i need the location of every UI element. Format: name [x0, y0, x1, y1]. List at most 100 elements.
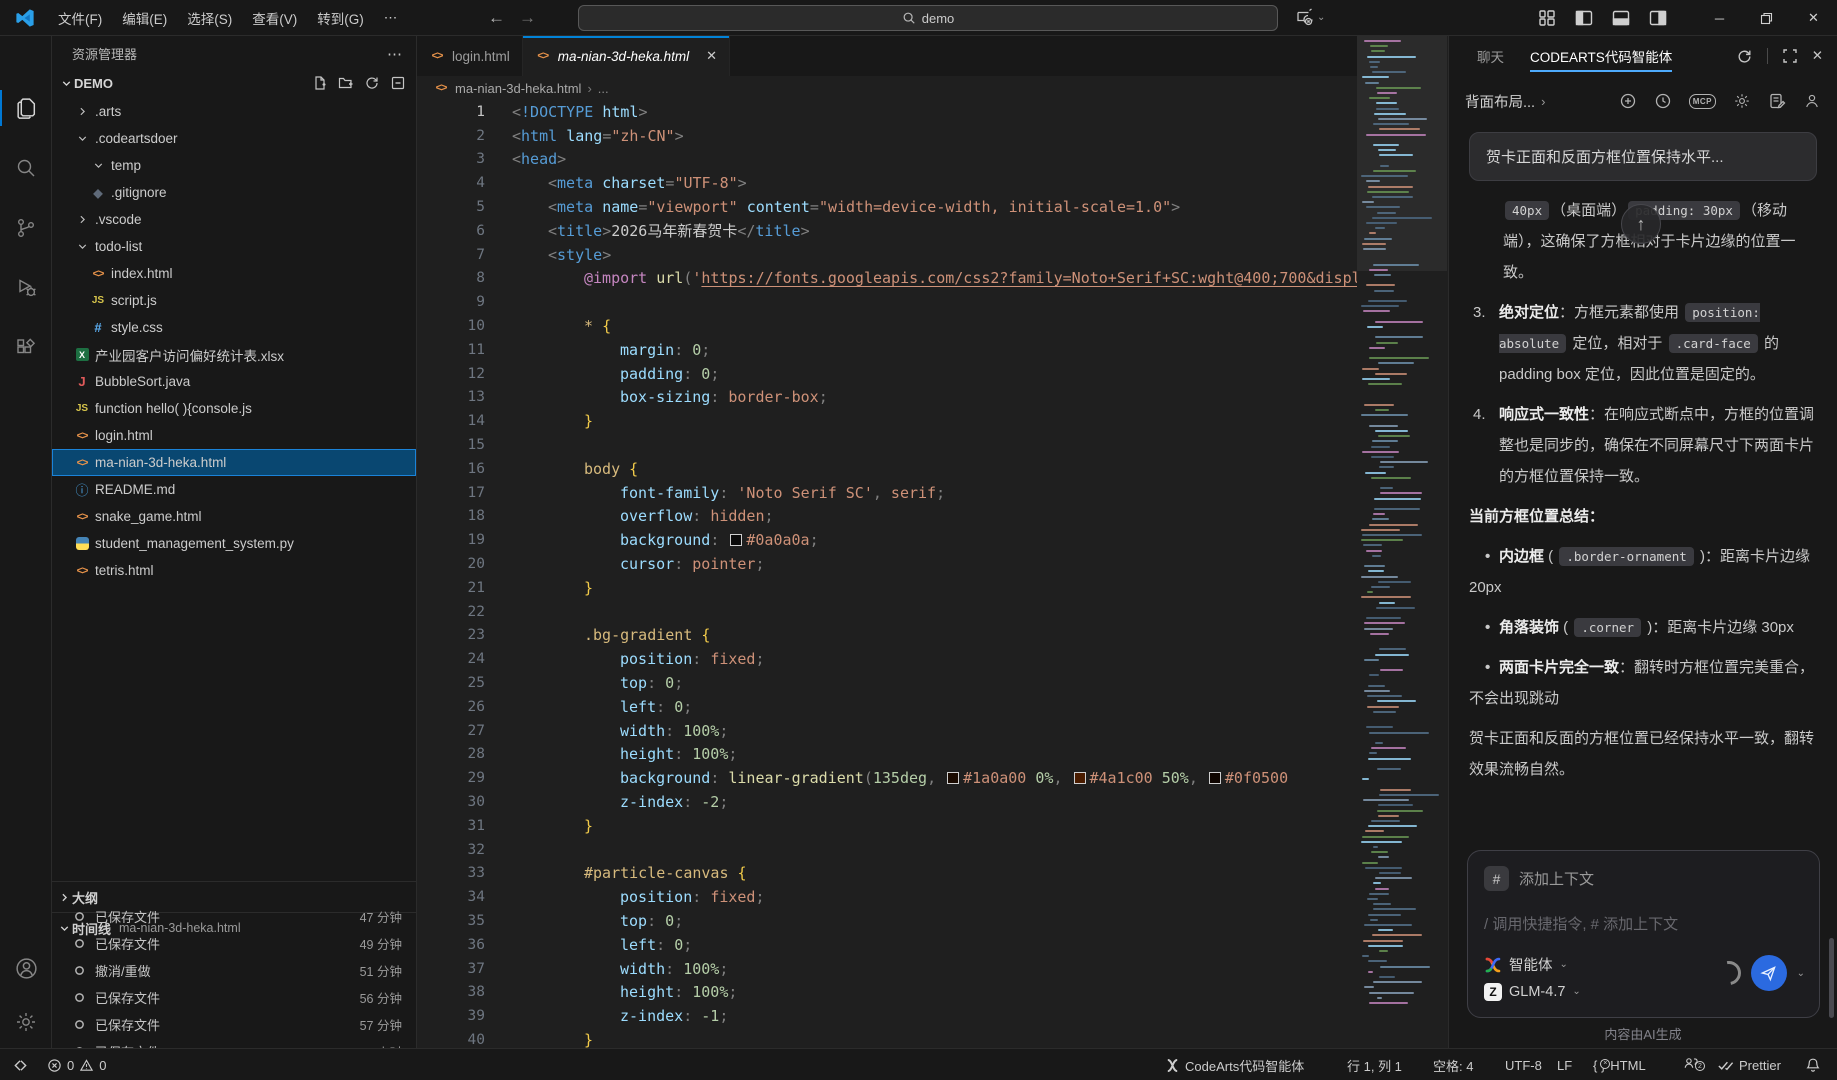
prettier-status[interactable]: Prettier [1712, 1049, 1786, 1080]
menu-item[interactable]: 编辑(E) [112, 4, 177, 32]
editor-code[interactable]: 1<!DOCTYPE html>2<html lang="zh-CN">3<he… [417, 100, 1357, 1048]
scroll-to-top-button[interactable]: ↑ [1621, 204, 1661, 244]
tree-folder-row[interactable]: .vscode [52, 206, 416, 233]
tab-ma-nian-3d-heka-html[interactable]: <> ma-nian-3d-heka.html ✕ [523, 36, 730, 76]
chat-input-box[interactable]: # 添加上下文 / 调用快捷指令, # 添加上下文 智能体 ⌄ Z [1467, 850, 1820, 1018]
send-options-chevron-icon[interactable]: ⌄ [1797, 968, 1805, 979]
tree-folder-row[interactable]: temp [52, 152, 416, 179]
indentation-status[interactable]: 空格: 4 [1428, 1049, 1478, 1080]
tree-item-label: 产业园客户访问偏好统计表.xlsx [95, 345, 284, 365]
menu-item[interactable]: 查看(V) [242, 4, 307, 32]
tree-folder-row[interactable]: todo-list [52, 233, 416, 260]
problems-status[interactable]: 0 0 [42, 1049, 111, 1080]
tree-file-row[interactable]: student_management_system.py [52, 530, 416, 557]
close-tab-icon[interactable]: ✕ [706, 48, 717, 64]
tab-codearts-agent[interactable]: CODEARTS代码智能体 [1530, 36, 1672, 76]
encoding-status[interactable]: UTF-8 [1500, 1049, 1547, 1080]
tree-file-row[interactable]: <>index.html [52, 260, 416, 287]
cursor-position[interactable]: 行 1, 列 1 [1342, 1049, 1407, 1080]
tree-file-row[interactable]: <>ma-nian-3d-heka.html [52, 449, 416, 476]
minimap[interactable] [1357, 36, 1447, 1048]
new-file-icon[interactable] [312, 75, 328, 91]
toggle-right-sidebar-icon[interactable] [1648, 8, 1668, 28]
tree-file-row[interactable]: <>tetris.html [52, 557, 416, 584]
nav-back-button[interactable]: ← [488, 8, 505, 28]
close-panel-icon[interactable]: ✕ [1812, 48, 1823, 64]
customize-layout-icon[interactable] [1537, 8, 1557, 28]
tree-file-row[interactable]: <>login.html [52, 422, 416, 449]
history-icon[interactable] [1654, 92, 1672, 110]
timeline-item[interactable]: 撤消/重做51 分钟 [52, 957, 416, 984]
remote-indicator[interactable] [8, 1049, 33, 1080]
new-folder-icon[interactable] [338, 75, 354, 91]
inline-code-chip: .border-ornament [1559, 547, 1693, 566]
activity-extensions-button[interactable] [0, 324, 52, 372]
tree-folder-row[interactable]: .codeartsdoer [52, 125, 416, 152]
explorer-more-actions-icon[interactable]: ⋯ [387, 45, 402, 63]
rules-note-icon[interactable] [1768, 92, 1786, 110]
window-minimize-button[interactable]: ─ [1696, 0, 1743, 36]
person-icon[interactable] [1803, 92, 1821, 110]
maximize-panel-icon[interactable] [1782, 48, 1798, 64]
tree-item-label: BubbleSort.java [95, 374, 190, 389]
tree-file-row[interactable]: JSfunction hello( ){console.js [52, 395, 416, 422]
tree-folder-row[interactable]: .arts [52, 98, 416, 125]
title-bar: 文件(F)编辑(E)选择(S)查看(V)转到(G)⋯ ← → demo ⌄ [0, 0, 1837, 36]
window-close-button[interactable]: ✕ [1790, 0, 1837, 36]
collaborators-status[interactable]: 2 [1678, 1049, 1705, 1080]
add-context-button[interactable]: # [1484, 866, 1509, 891]
timeline-item[interactable]: 已保存文件47 分钟 [52, 903, 416, 930]
toggle-bottom-panel-icon[interactable] [1611, 8, 1631, 28]
timeline-item[interactable]: 已保存文件49 分钟 [52, 930, 416, 957]
eol-status[interactable]: LF [1552, 1049, 1577, 1080]
activity-settings-button[interactable] [0, 998, 52, 1046]
timeline-item[interactable]: 已保存文件56 分钟 [52, 984, 416, 1011]
chat-scrollbar[interactable] [1829, 938, 1834, 1018]
session-title[interactable]: 背面布局...› [1465, 91, 1545, 112]
tab-chat[interactable]: 聊天 [1477, 36, 1504, 76]
tree-file-row[interactable]: <>snake_game.html [52, 503, 416, 530]
breadcrumb[interactable]: <> ma-nian-3d-heka.html › ... [417, 76, 1447, 100]
gear-icon [14, 1010, 38, 1034]
tree-file-row[interactable]: X产业园客户访问偏好统计表.xlsx [52, 341, 416, 368]
explorer-root-row[interactable]: DEMO [52, 71, 416, 95]
status-bar: 0 0 CodeArts代码智能体 行 1, 列 1 空格: 4 UTF-8 L… [0, 1048, 1837, 1080]
language-mode-status[interactable]: { }× HTML [1588, 1049, 1651, 1080]
menu-item[interactable]: 转到(G) [307, 4, 374, 32]
nav-forward-button[interactable]: → [519, 8, 536, 28]
tree-file-row[interactable]: ◆.gitignore [52, 179, 416, 206]
code-line: 23.bg-gradient { [417, 624, 1357, 648]
tree-file-row[interactable]: JBubbleSort.java [52, 368, 416, 395]
activity-search-button[interactable] [0, 144, 52, 192]
activity-account-button[interactable] [0, 944, 52, 992]
collapse-all-icon[interactable] [390, 75, 406, 91]
refresh-icon[interactable] [364, 75, 380, 91]
new-chat-icon[interactable] [1619, 92, 1637, 110]
menu-item[interactable]: 文件(F) [48, 4, 112, 32]
toggle-left-sidebar-icon[interactable] [1574, 8, 1594, 28]
refresh-icon[interactable] [1736, 48, 1753, 65]
command-center-search[interactable]: demo [578, 5, 1278, 31]
chat-input-placeholder[interactable]: / 调用快捷指令, # 添加上下文 [1484, 913, 1803, 934]
tree-file-row[interactable]: JSscript.js [52, 287, 416, 314]
activity-source-control-button[interactable] [0, 204, 52, 252]
timeline-item[interactable]: 已保存文件57 分钟 [52, 1011, 416, 1038]
tree-file-row[interactable]: #style.css [52, 314, 416, 341]
menu-item[interactable]: ⋯ [374, 6, 408, 30]
mcp-icon[interactable]: MCP [1689, 94, 1716, 109]
send-button[interactable] [1751, 955, 1787, 991]
activity-run-debug-button[interactable] [0, 264, 52, 312]
activity-explorer-button[interactable] [0, 84, 52, 132]
code-line: 40} [417, 1028, 1357, 1048]
tab-login-html[interactable]: <> login.html [417, 36, 523, 76]
sync-status-button[interactable]: ⌄ [1295, 7, 1325, 27]
search-icon [14, 156, 38, 180]
notifications-bell[interactable] [1800, 1049, 1826, 1080]
window-restore-button[interactable] [1743, 0, 1790, 36]
tree-file-row[interactable]: ⓘREADME.md [52, 476, 416, 503]
gear-icon[interactable] [1733, 92, 1751, 110]
agent-selector[interactable]: 智能体 ⌄ [1484, 951, 1581, 978]
menu-item[interactable]: 选择(S) [177, 4, 242, 32]
model-selector[interactable]: Z GLM-4.7 ⌄ [1484, 978, 1581, 1005]
codearts-status[interactable]: CodeArts代码智能体 [1160, 1049, 1309, 1080]
